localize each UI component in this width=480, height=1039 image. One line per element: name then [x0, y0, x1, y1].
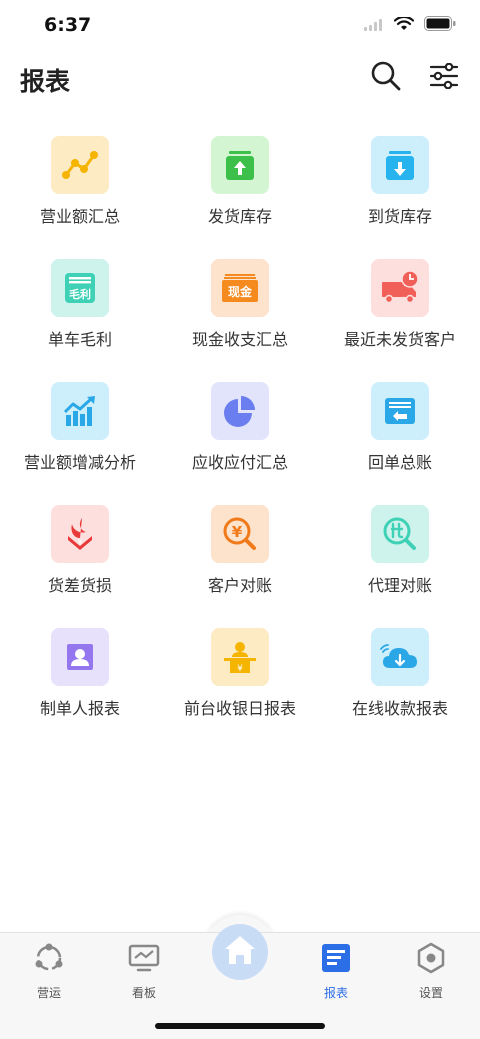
header: 报表	[0, 56, 480, 102]
tab-dashboard[interactable]: 看板	[104, 941, 184, 1001]
gross-profit-icon: 毛利	[51, 259, 109, 317]
report-label: 在线收款报表	[351, 699, 448, 718]
report-customer-reconciliation[interactable]: ¥ 客户对账	[160, 505, 320, 615]
report-receivable-payable-summary[interactable]: 应收应付汇总	[160, 382, 320, 492]
filter-sliders-icon	[429, 62, 459, 93]
search-button[interactable]	[366, 58, 406, 98]
tab-label: 设置	[418, 986, 443, 1000]
report-online-payment[interactable]: 在线收款报表	[320, 628, 480, 738]
report-label: 到货库存	[367, 207, 432, 226]
page-title: 报表	[20, 67, 71, 96]
cloud-download-icon	[371, 628, 429, 686]
truck-clock-icon	[371, 259, 429, 317]
settings-icon	[414, 941, 448, 979]
report-front-desk-daily[interactable]: ¥ 前台收银日报表	[160, 628, 320, 738]
battery-icon	[424, 16, 456, 35]
tab-report[interactable]: 报表	[296, 941, 376, 1001]
box-down-icon	[371, 136, 429, 194]
operation-icon	[32, 941, 66, 979]
filter-button[interactable]	[424, 58, 464, 98]
report-recent-unshipped-customers[interactable]: 最近未发货客户	[320, 259, 480, 369]
report-revenue-summary[interactable]: 营业额汇总	[0, 136, 160, 246]
report-label: 前台收银日报表	[183, 699, 296, 718]
report-icon	[319, 941, 353, 979]
report-cash-summary[interactable]: 现金 现金收支汇总	[160, 259, 320, 369]
dashboard-icon	[127, 941, 161, 979]
report-agent-reconciliation[interactable]: 代理对账	[320, 505, 480, 615]
agent-search-icon	[371, 505, 429, 563]
search-icon	[370, 60, 402, 96]
tab-label: 报表	[323, 986, 348, 1000]
report-label: 货差货损	[47, 576, 112, 595]
home-icon	[222, 933, 258, 971]
cash-icon-text: 现金	[228, 284, 253, 299]
home-indicator	[155, 1023, 325, 1029]
report-label: 最近未发货客户	[343, 330, 456, 349]
report-document-maker[interactable]: 制单人报表	[0, 628, 160, 738]
box-up-icon	[211, 136, 269, 194]
damage-arrow-icon: ¥	[51, 505, 109, 563]
tab-label: 营运	[36, 986, 61, 1000]
svg-text:¥: ¥	[78, 538, 83, 546]
user-card-icon	[51, 628, 109, 686]
report-cargo-damage[interactable]: ¥ 货差货损	[0, 505, 160, 615]
tab-label: 看板	[131, 986, 156, 1000]
report-shipping-stock[interactable]: 发货库存	[160, 136, 320, 246]
report-label: 制单人报表	[39, 699, 120, 718]
signal-icon	[364, 16, 384, 35]
yen-search-icon: ¥	[211, 505, 269, 563]
report-label: 代理对账	[367, 576, 432, 595]
line-chart-icon	[51, 136, 109, 194]
cash-icon: 现金	[211, 259, 269, 317]
status-bar: 6:37	[0, 0, 480, 50]
report-label: 现金收支汇总	[191, 330, 288, 349]
status-icons	[364, 15, 456, 35]
report-label: 营业额增减分析	[23, 453, 136, 472]
report-receipt-ledger[interactable]: 回单总账	[320, 382, 480, 492]
report-vehicle-gross-profit[interactable]: 毛利 单车毛利	[0, 259, 160, 369]
receipt-return-icon	[371, 382, 429, 440]
report-arrival-stock[interactable]: 到货库存	[320, 136, 480, 246]
wifi-icon	[393, 15, 415, 35]
gross-profit-icon-text: 毛利	[69, 287, 91, 301]
report-label: 应收应付汇总	[191, 453, 288, 472]
growth-chart-icon	[51, 382, 109, 440]
home-button[interactable]	[212, 924, 268, 980]
svg-text:¥: ¥	[232, 523, 243, 541]
report-revenue-change-analysis[interactable]: 营业额增减分析	[0, 382, 160, 492]
report-label: 发货库存	[207, 207, 272, 226]
report-label: 单车毛利	[47, 330, 112, 349]
pie-chart-icon	[211, 382, 269, 440]
status-time: 6:37	[44, 14, 92, 36]
svg-text:¥: ¥	[237, 664, 243, 674]
cashier-icon: ¥	[211, 628, 269, 686]
tab-settings[interactable]: 设置	[391, 941, 471, 1001]
tab-operation[interactable]: 营运	[9, 941, 89, 1001]
report-label: 营业额汇总	[39, 207, 120, 226]
report-label: 客户对账	[207, 576, 272, 595]
report-label: 回单总账	[367, 453, 432, 472]
